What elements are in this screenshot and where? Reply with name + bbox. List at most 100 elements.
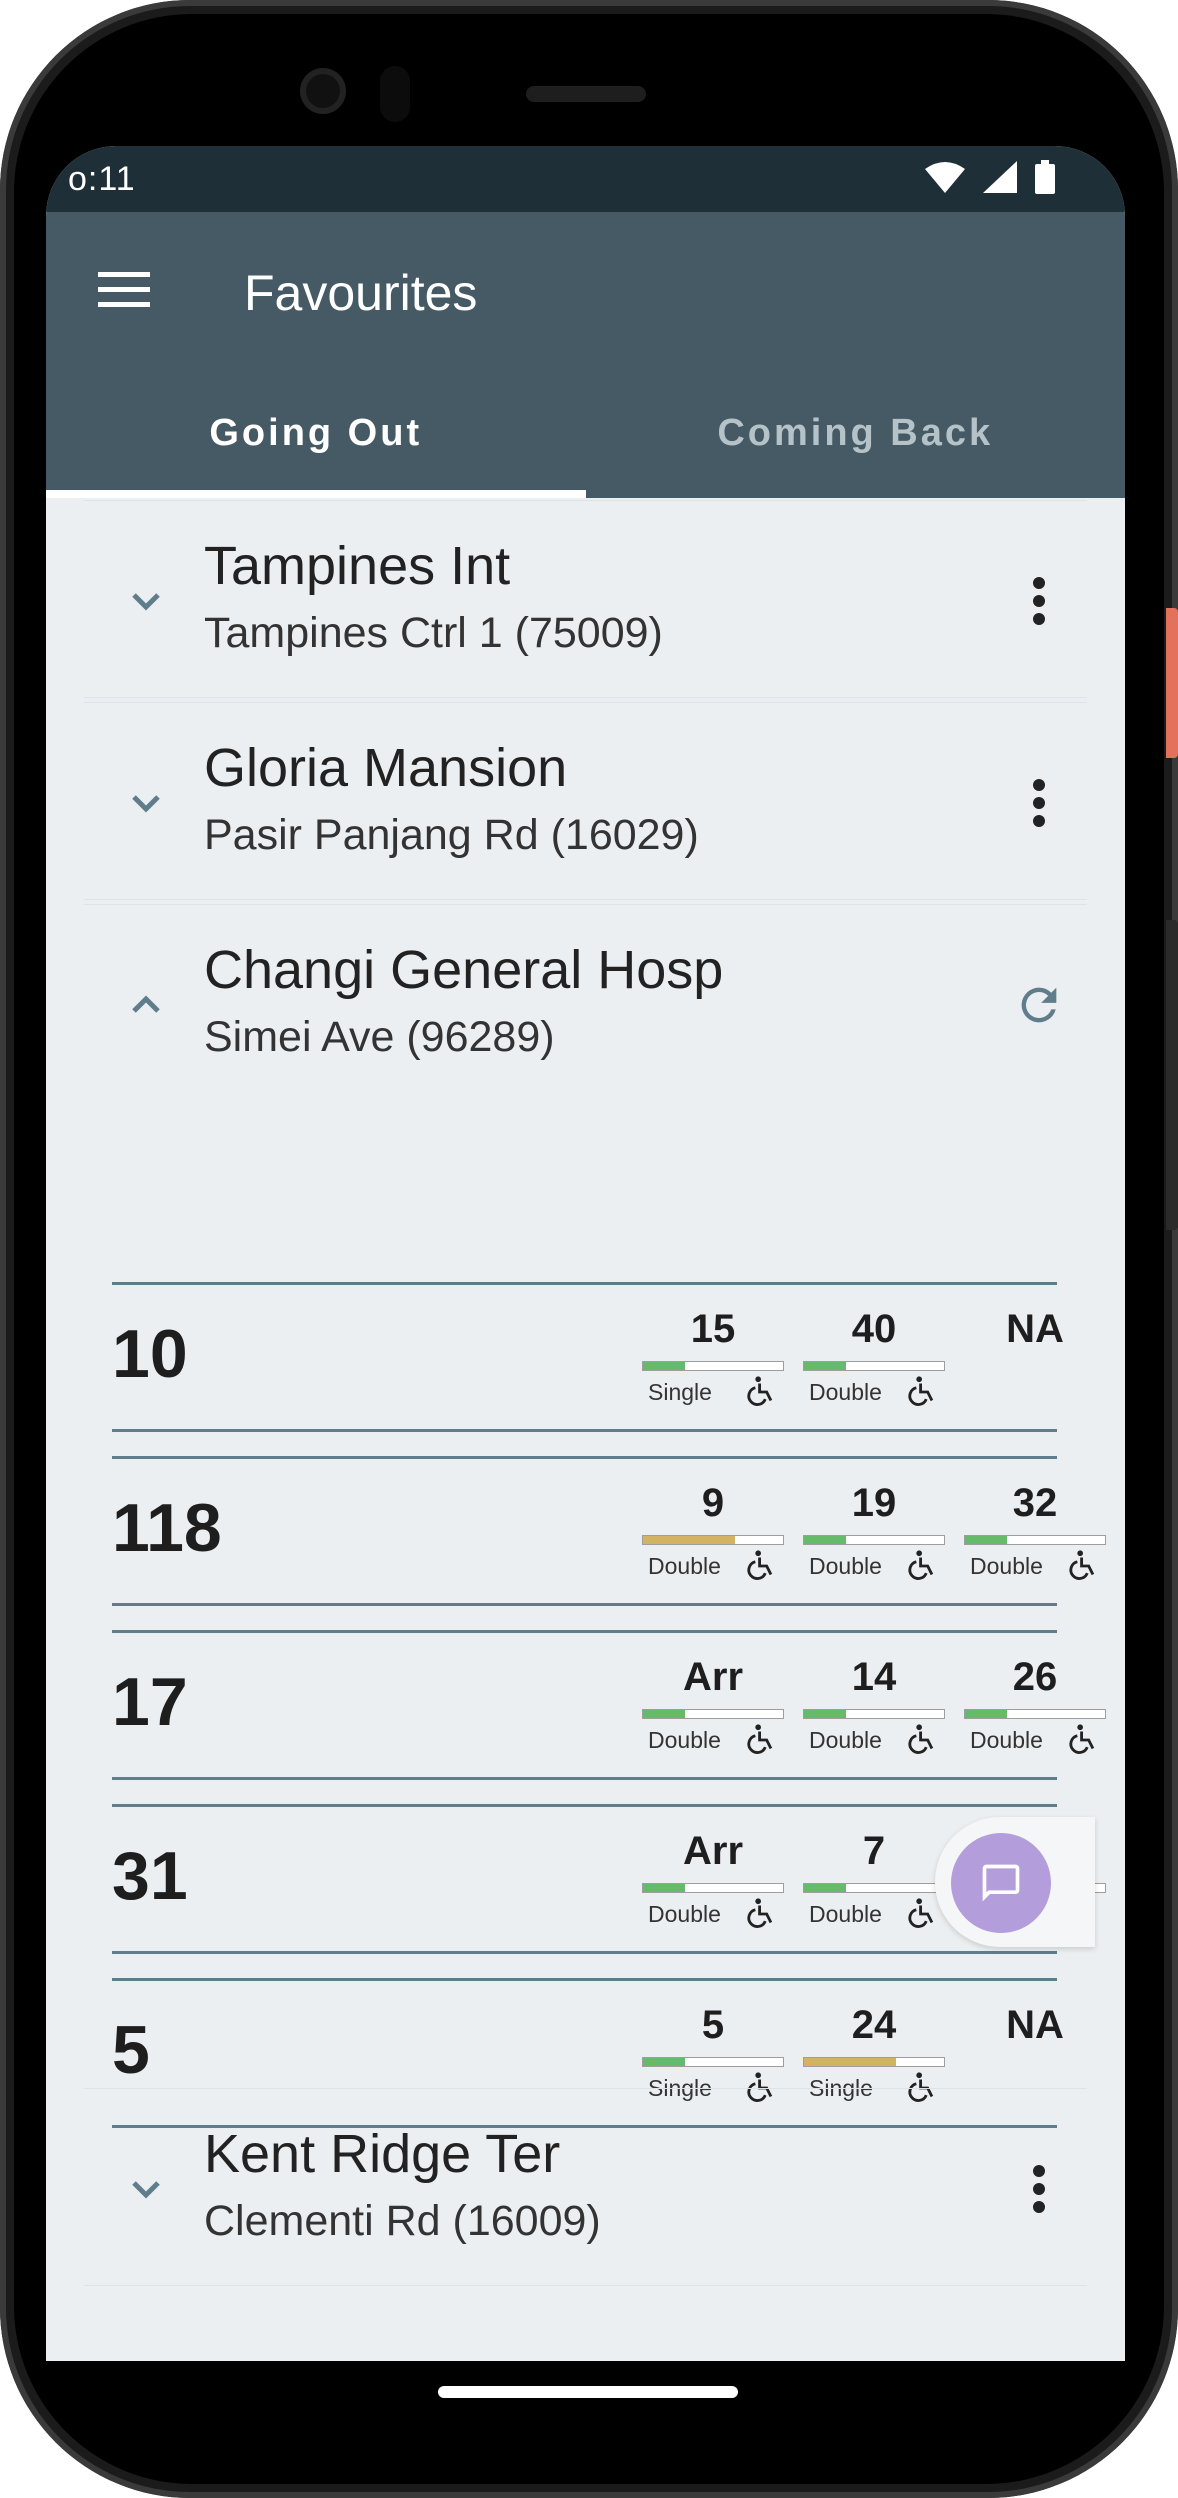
arrival-time: 26: [1012, 1655, 1058, 1699]
arrival-slot: 14 Double: [803, 1655, 945, 1765]
refresh-button[interactable]: [1011, 975, 1067, 1035]
arrival-time: 9: [701, 1481, 725, 1525]
service-number: 5: [112, 2012, 150, 2088]
arrival-slot: Arr Double: [642, 1829, 784, 1939]
bus-type: Double: [809, 1553, 882, 1579]
wheelchair-icon: [905, 1549, 939, 1583]
load-bar-fill: [804, 1362, 846, 1370]
menu-icon[interactable]: [98, 270, 150, 310]
service-row[interactable]: 17 Arr Double 14 Double 26 Double: [112, 1630, 1106, 1780]
arrival-time: 5: [701, 2003, 725, 2047]
load-bar-fill: [804, 1710, 846, 1718]
stop-card[interactable]: Gloria Mansion Pasir Panjang Rd (16029): [84, 702, 1087, 900]
earpiece-speaker: [526, 86, 646, 102]
load-bar-fill: [804, 2058, 897, 2066]
stop-card-expanded[interactable]: Changi General Hosp Simei Ave (96289): [84, 904, 1087, 1102]
chevron-down-icon[interactable]: [124, 2167, 168, 2211]
load-bar: [803, 1883, 945, 1893]
wheelchair-icon: [744, 1549, 778, 1583]
refresh-icon: [1021, 987, 1057, 1023]
page-title: Favourites: [244, 265, 478, 321]
app-bar: Favourites: [46, 212, 1125, 368]
service-row[interactable]: 31ArrDouble7Double18Double: [112, 1804, 1106, 1954]
load-bar-fill: [965, 1710, 1007, 1718]
bus-type: Double: [809, 1727, 882, 1753]
arrival-slot: 19 Double: [803, 1481, 945, 1591]
chevron-up-icon[interactable]: [124, 983, 168, 1027]
load-bar: [803, 1535, 945, 1545]
feedback-button[interactable]: [951, 1833, 1051, 1933]
load-bar-fill: [804, 1884, 846, 1892]
load-bar-fill: [804, 1536, 846, 1544]
load-bar: [642, 1361, 784, 1371]
load-bar: [642, 1883, 784, 1893]
load-bar: [964, 1709, 1106, 1719]
status-time: o:11: [68, 160, 136, 198]
more-options-button[interactable]: [1011, 2159, 1067, 2219]
app-screen: o:11 Favourites Going Out Coming Back Ta…: [46, 146, 1125, 2361]
arrival-time: 7: [862, 1829, 886, 1873]
arrival-slot: Arr Double: [642, 1655, 784, 1765]
wheelchair-icon: [744, 1723, 778, 1757]
signal-icon: [983, 161, 1017, 193]
stop-road: Tampines Ctrl 1 (75009): [204, 609, 663, 657]
arrival-time: 14: [851, 1655, 897, 1699]
tab-bar: Going Out Coming Back: [46, 368, 1125, 498]
wheelchair-icon: [905, 1897, 939, 1931]
load-bar: [642, 1709, 784, 1719]
chat-icon: [982, 1864, 1020, 1902]
more-options-button[interactable]: [1011, 571, 1067, 631]
service-number: 10: [112, 1316, 188, 1392]
more-vert-icon: [1033, 2165, 1045, 2213]
chevron-down-icon[interactable]: [124, 579, 168, 623]
arrival-time: 40: [851, 1307, 897, 1351]
stop-road: Pasir Panjang Rd (16029): [204, 811, 699, 859]
proximity-sensor: [380, 66, 410, 122]
tab-going-out-label: Going Out: [209, 412, 423, 454]
arrival-slot: 9 Double: [642, 1481, 784, 1591]
load-bar: [803, 1361, 945, 1371]
service-row[interactable]: 118 9 Double 19 Double 32 Double: [112, 1456, 1106, 1606]
load-bar-fill: [643, 1884, 685, 1892]
stop-name: Gloria Mansion: [204, 738, 568, 798]
load-bar-fill: [965, 1536, 1007, 1544]
front-camera: [300, 68, 346, 114]
load-bar: [642, 1535, 784, 1545]
tab-indicator: [46, 490, 586, 498]
tab-going-out[interactable]: Going Out: [46, 368, 586, 498]
more-vert-icon: [1033, 779, 1045, 827]
bus-type: Double: [970, 1727, 1043, 1753]
bus-type: Double: [809, 1379, 882, 1405]
bus-type: Double: [648, 1727, 721, 1753]
bus-type: Double: [648, 1553, 721, 1579]
battery-icon: [1035, 160, 1055, 194]
tab-coming-back[interactable]: Coming Back: [586, 368, 1126, 498]
bus-type: Single: [648, 1379, 712, 1405]
stop-road: Clementi Rd (16009): [204, 2197, 601, 2245]
chevron-down-icon[interactable]: [124, 781, 168, 825]
load-bar: [803, 2057, 945, 2067]
stop-card[interactable]: Tampines Int Tampines Ctrl 1 (75009): [84, 500, 1087, 698]
gesture-nav-handle[interactable]: [438, 2386, 738, 2398]
tab-coming-back-label: Coming Back: [717, 412, 994, 454]
arrival-slot: 32 Double: [964, 1481, 1106, 1591]
wifi-icon: [925, 162, 965, 193]
service-row[interactable]: 10 15 Single 40 Double NA: [112, 1282, 1064, 1432]
service-number: 31: [112, 1838, 188, 1914]
stop-card[interactable]: Kent Ridge Ter Clementi Rd (16009): [84, 2088, 1087, 2286]
stop-name: Changi General Hosp: [204, 940, 724, 1000]
more-options-button[interactable]: [1011, 773, 1067, 833]
arrival-time: 32: [1012, 1481, 1058, 1525]
stop-name: Kent Ridge Ter: [204, 2124, 561, 2184]
bus-type: Double: [809, 1901, 882, 1927]
bus-type: Double: [970, 1553, 1043, 1579]
arrival-time: 15: [690, 1307, 736, 1351]
arrival-time: 19: [851, 1481, 897, 1525]
arrival-slot: 7 Double: [803, 1829, 945, 1939]
load-bar-fill: [643, 2058, 685, 2066]
arrival-slot: 15 Single: [642, 1307, 784, 1417]
stop-name: Tampines Int: [204, 536, 511, 596]
arrival-slot: 40 Double: [803, 1307, 945, 1417]
load-bar-fill: [643, 1362, 685, 1370]
stop-road: Simei Ave (96289): [204, 1013, 555, 1061]
